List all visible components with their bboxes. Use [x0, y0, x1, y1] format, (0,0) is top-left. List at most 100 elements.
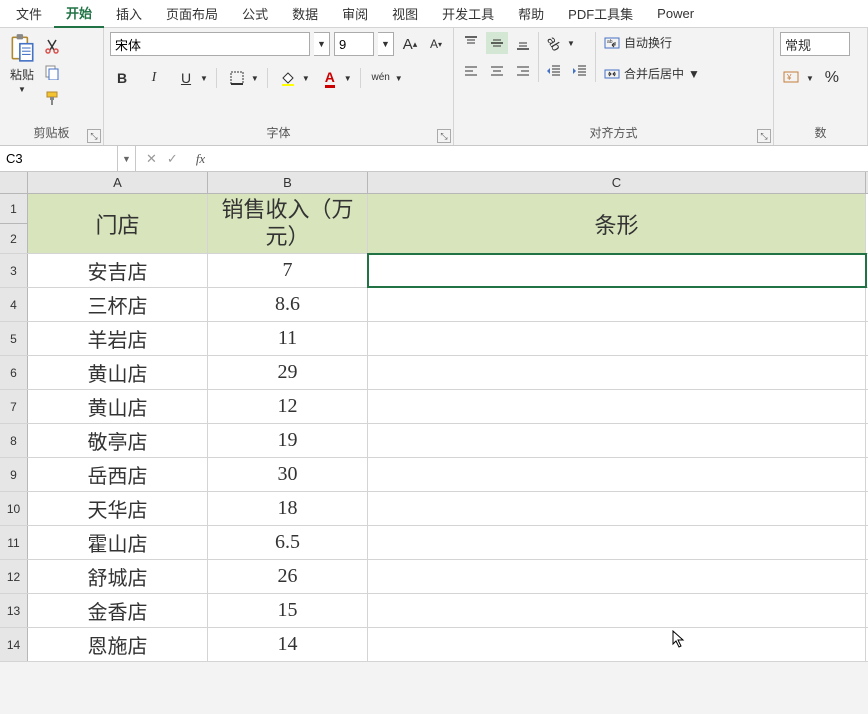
cell-revenue[interactable]: 26 [208, 560, 368, 593]
format-painter-icon[interactable] [42, 88, 62, 108]
increase-font-icon[interactable]: A▴ [398, 32, 422, 56]
menu-home[interactable]: 开始 [54, 0, 104, 28]
phonetic-icon[interactable]: wén [369, 66, 393, 90]
font-color-dropdown[interactable]: ▼ [342, 74, 352, 83]
orientation-dropdown[interactable]: ▼ [565, 39, 575, 48]
cell-bar[interactable] [368, 526, 866, 559]
cell-store[interactable]: 羊岩店 [28, 322, 208, 355]
row-header-1[interactable]: 1 [0, 194, 28, 223]
row-header[interactable]: 8 [0, 424, 28, 457]
menu-page-layout[interactable]: 页面布局 [154, 0, 230, 27]
cell-store[interactable]: 三杯店 [28, 288, 208, 321]
cell-bar[interactable] [368, 458, 866, 491]
cell-store[interactable]: 安吉店 [28, 254, 208, 287]
accounting-format-icon[interactable]: ¥ [780, 66, 804, 90]
row-header[interactable]: 10 [0, 492, 28, 525]
menu-data[interactable]: 数据 [280, 0, 330, 27]
select-all-corner[interactable] [0, 172, 28, 193]
decrease-indent-icon[interactable] [543, 60, 565, 82]
cell-revenue[interactable]: 8.6 [208, 288, 368, 321]
cell-revenue[interactable]: 30 [208, 458, 368, 491]
menu-review[interactable]: 审阅 [330, 0, 380, 27]
cell-bar[interactable] [368, 424, 866, 457]
cancel-formula-icon[interactable]: ✕ [146, 151, 157, 167]
cell-bar[interactable] [368, 594, 866, 627]
menu-developer[interactable]: 开发工具 [430, 0, 506, 27]
cell-bar[interactable] [368, 254, 866, 287]
align-right-icon[interactable] [512, 60, 534, 82]
cell-store[interactable]: 敬亭店 [28, 424, 208, 457]
row-header[interactable]: 9 [0, 458, 28, 491]
phonetic-dropdown[interactable]: ▼ [393, 74, 403, 83]
font-size-dropdown[interactable]: ▼ [378, 32, 394, 56]
row-header[interactable]: 11 [0, 526, 28, 559]
cell-revenue[interactable]: 29 [208, 356, 368, 389]
cell-bar[interactable] [368, 356, 866, 389]
name-box-dropdown[interactable]: ▼ [118, 146, 136, 171]
cell-store[interactable]: 金香店 [28, 594, 208, 627]
menu-view[interactable]: 视图 [380, 0, 430, 27]
paste-label[interactable]: 粘贴 [10, 66, 34, 83]
font-size-input[interactable] [334, 32, 374, 56]
font-color-icon[interactable]: A [318, 66, 342, 90]
cell-revenue[interactable]: 7 [208, 254, 368, 287]
alignment-dialog-launcher[interactable]: ⤡ [757, 129, 771, 143]
bold-button[interactable]: B [110, 66, 134, 90]
header-cell-revenue[interactable]: 销售收入（万元） [208, 194, 368, 253]
enter-formula-icon[interactable]: ✓ [167, 151, 178, 167]
merge-dropdown[interactable]: ▼ [688, 67, 700, 81]
paste-icon[interactable] [6, 32, 38, 64]
align-left-icon[interactable] [460, 60, 482, 82]
cell-store[interactable]: 天华店 [28, 492, 208, 525]
cell-store[interactable]: 黄山店 [28, 390, 208, 423]
menu-formulas[interactable]: 公式 [230, 0, 280, 27]
orientation-icon[interactable]: ab [543, 32, 565, 54]
cell-revenue[interactable]: 19 [208, 424, 368, 457]
cell-bar[interactable] [368, 492, 866, 525]
row-header[interactable]: 4 [0, 288, 28, 321]
border-dropdown[interactable]: ▼ [249, 74, 259, 83]
col-header-C[interactable]: C [368, 172, 866, 193]
col-header-A[interactable]: A [28, 172, 208, 193]
header-cell-bar[interactable]: 条形 [368, 194, 866, 253]
row-header[interactable]: 12 [0, 560, 28, 593]
cell-revenue[interactable]: 6.5 [208, 526, 368, 559]
cell-store[interactable]: 恩施店 [28, 628, 208, 661]
underline-dropdown[interactable]: ▼ [198, 74, 208, 83]
row-header-2[interactable]: 2 [0, 223, 28, 253]
align-top-icon[interactable] [460, 32, 482, 54]
col-header-B[interactable]: B [208, 172, 368, 193]
cell-revenue[interactable]: 12 [208, 390, 368, 423]
row-header[interactable]: 7 [0, 390, 28, 423]
merge-center-button[interactable]: 合并后居中 ▼ [600, 63, 704, 84]
fill-color-icon[interactable] [276, 66, 300, 90]
cell-bar[interactable] [368, 288, 866, 321]
menu-file[interactable]: 文件 [4, 0, 54, 27]
align-center-icon[interactable] [486, 60, 508, 82]
name-box-input[interactable] [0, 151, 117, 166]
fx-icon[interactable]: fx [188, 146, 213, 171]
italic-button[interactable]: I [142, 66, 166, 90]
border-icon[interactable] [225, 66, 249, 90]
copy-icon[interactable] [42, 62, 62, 82]
wrap-text-button[interactable]: ab 自动换行 [600, 32, 704, 53]
align-middle-icon[interactable] [486, 32, 508, 54]
row-header[interactable]: 13 [0, 594, 28, 627]
decrease-font-icon[interactable]: A▾ [424, 32, 448, 56]
menu-insert[interactable]: 插入 [104, 0, 154, 27]
cell-revenue[interactable]: 15 [208, 594, 368, 627]
row-header[interactable]: 6 [0, 356, 28, 389]
menu-help[interactable]: 帮助 [506, 0, 556, 27]
row-header[interactable]: 5 [0, 322, 28, 355]
cell-revenue[interactable]: 11 [208, 322, 368, 355]
cell-store[interactable]: 岳西店 [28, 458, 208, 491]
cell-store[interactable]: 霍山店 [28, 526, 208, 559]
paste-dropdown[interactable]: ▼ [18, 85, 26, 94]
header-cell-store[interactable]: 门店 [28, 194, 208, 253]
percent-icon[interactable]: % [820, 66, 844, 90]
font-name-input[interactable] [110, 32, 310, 56]
fill-color-dropdown[interactable]: ▼ [300, 74, 310, 83]
cell-store[interactable]: 舒城店 [28, 560, 208, 593]
cell-bar[interactable] [368, 390, 866, 423]
row-header[interactable]: 3 [0, 254, 28, 287]
